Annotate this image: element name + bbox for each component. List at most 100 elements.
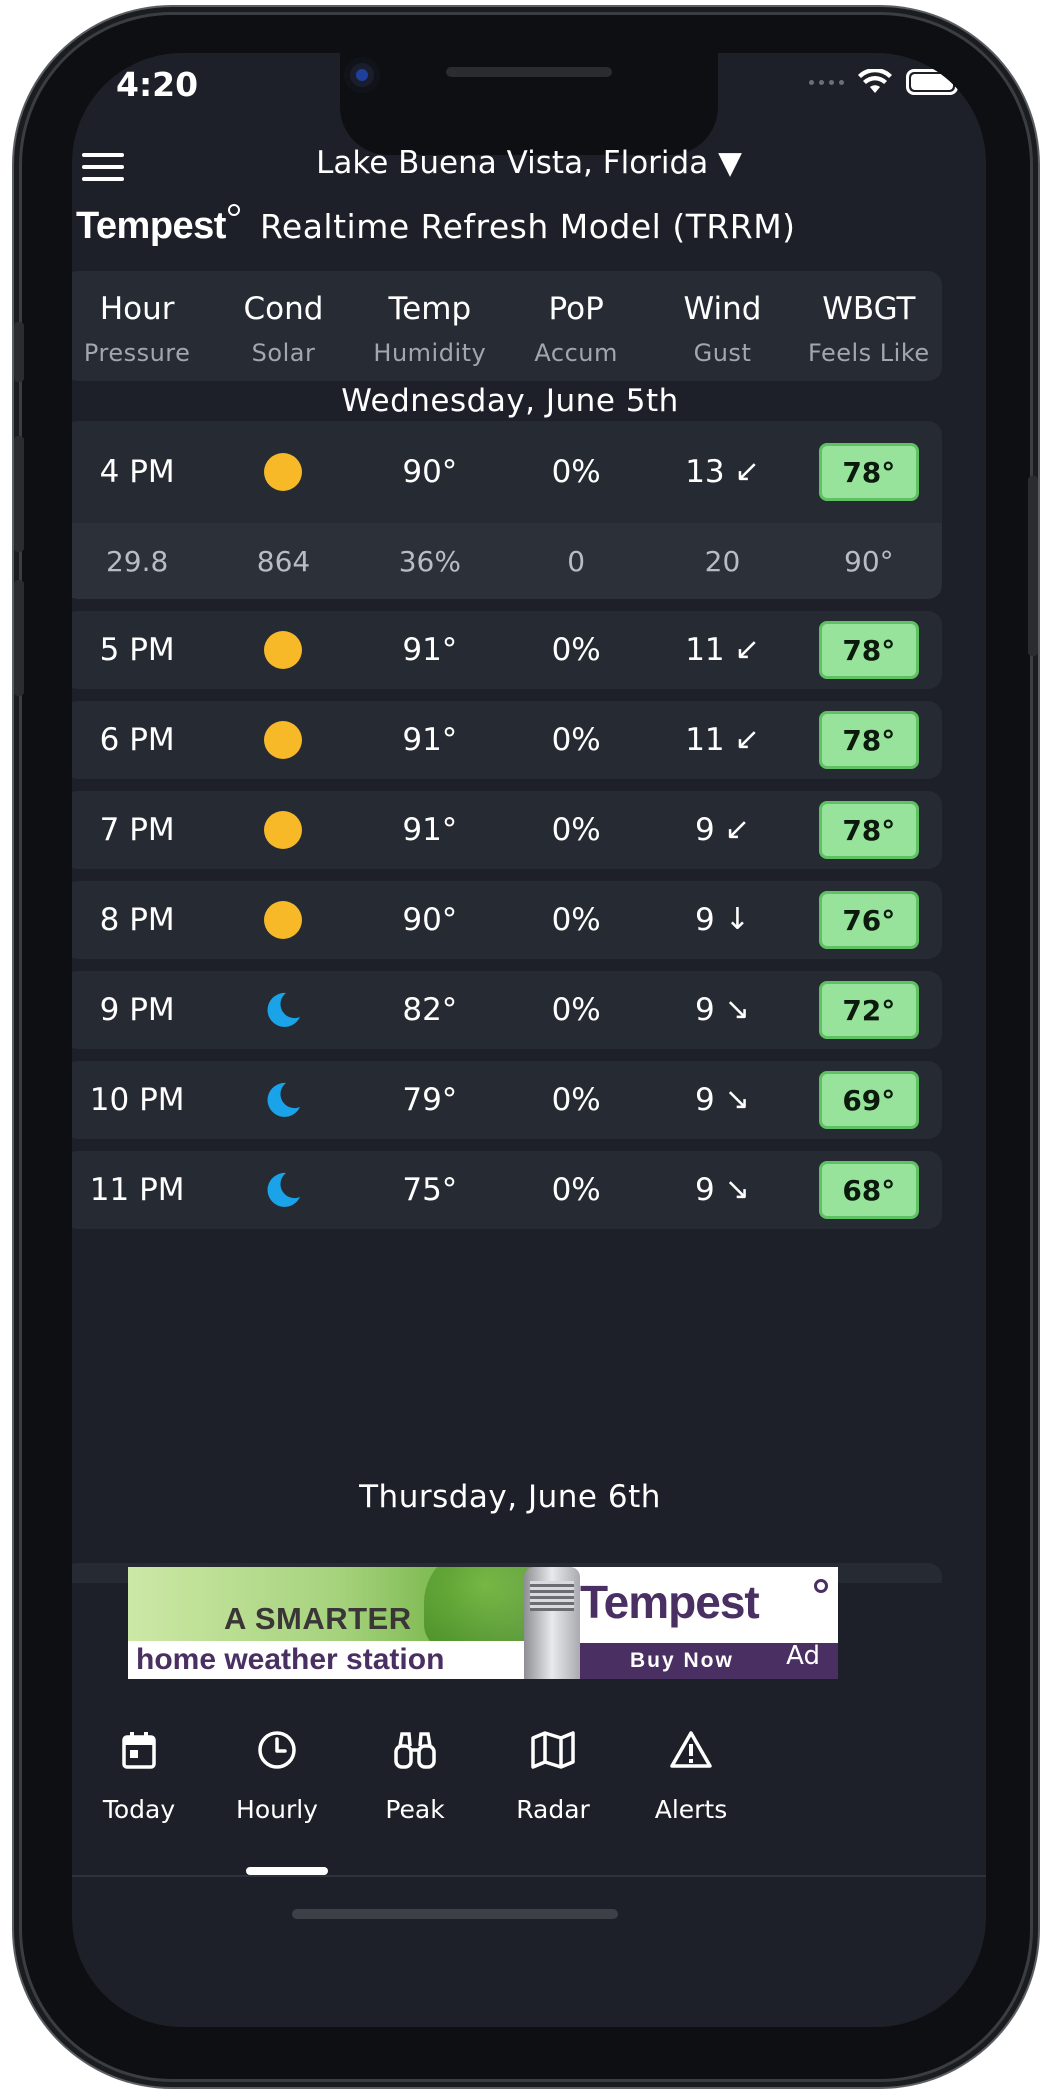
wind-speed: 9 (695, 902, 715, 938)
wind-direction-icon: ↘ (724, 992, 750, 1027)
ad-banner[interactable]: A SMARTER home weather station Tempest B… (128, 1567, 838, 1679)
temp-cell: 82° (402, 992, 458, 1028)
wifi-icon (858, 69, 892, 93)
ad-brand: Tempest (580, 1576, 760, 1628)
condition-cell (210, 631, 356, 669)
tab-alerts[interactable]: Alerts (616, 1723, 766, 1824)
condition-cell (210, 721, 356, 759)
col-temp: Temp (388, 291, 472, 327)
hour-card[interactable]: 10 PM 79° 0% 9 ↘ 69° (72, 1061, 942, 1139)
warning-icon (616, 1723, 766, 1777)
tab-bar: Today Hourly Peak Radar Alerts (72, 1723, 986, 1863)
hour-card[interactable]: 6 PM 91° 0% 11 ↙ 78° (72, 701, 942, 779)
hour-cell: 6 PM (99, 722, 175, 758)
wind-direction-icon: ↓ (724, 902, 750, 937)
tab-radar[interactable]: Radar (478, 1723, 628, 1824)
clock-icon (202, 1723, 352, 1777)
wind-cell: 9 ↘ (649, 1172, 795, 1208)
condition-cell (210, 811, 356, 849)
wind-cell: 11 ↙ (649, 722, 795, 758)
tab-hourly[interactable]: Hourly (202, 1723, 352, 1824)
ad-tag: Ad (786, 1641, 820, 1671)
condition-cell (210, 1171, 356, 1209)
wbgt-cell: 78° (796, 621, 942, 679)
moon-icon (264, 1081, 302, 1119)
wbgt-badge: 78° (818, 801, 919, 859)
volume-down-button (14, 580, 24, 696)
hour-card[interactable]: 7 PM 91° 0% 9 ↙ 78° (72, 791, 942, 869)
gust-value: 20 (704, 544, 741, 578)
map-icon (478, 1723, 628, 1777)
wbgt-cell: 78° (796, 711, 942, 769)
accum-value: 0 (567, 544, 586, 578)
day-label: Wednesday, June 5th (341, 383, 679, 419)
tab-label: Hourly (236, 1795, 318, 1824)
day-label: Thursday, June 6th (359, 1479, 661, 1515)
moon-icon (264, 991, 302, 1029)
wind-cell: 9 ↙ (649, 812, 795, 848)
brand-row: Tempest Realtime Refresh Model (TRRM) (76, 204, 796, 248)
hour-row-main: 8 PM 90° 0% 9 ↓ 76° (72, 881, 942, 959)
col-wind: Wind (683, 291, 762, 327)
column-header-primary: Hour Cond Temp PoP Wind WBGT (72, 291, 942, 327)
hour-card[interactable]: 4 PM 90° 0% 13 ↙ 78° 29.8 864 36% 0 20 90° (72, 421, 942, 599)
wbgt-badge: 78° (818, 711, 919, 769)
hour-row-main: 7 PM 91° 0% 9 ↙ 78° (72, 791, 942, 869)
wind-direction-icon: ↙ (734, 632, 760, 667)
wbgt-badge: 76° (818, 891, 919, 949)
tempest-logo: Tempest (76, 205, 226, 247)
model-title: Realtime Refresh Model (TRRM) (259, 207, 796, 246)
wind-cell: 9 ↘ (649, 992, 795, 1028)
pressure-value: 29.8 (105, 544, 169, 578)
tab-today[interactable]: Today (72, 1723, 214, 1824)
moon-icon (264, 1171, 302, 1209)
hour-cell: 8 PM (99, 902, 175, 938)
home-indicator (292, 1909, 618, 1919)
wbgt-badge: 78° (818, 443, 919, 501)
logo-ring-icon (227, 204, 240, 216)
wind-cell: 9 ↘ (649, 1082, 795, 1118)
wbgt-cell: 78° (796, 443, 942, 501)
wbgt-cell: 72° (796, 981, 942, 1039)
tab-label: Peak (385, 1795, 445, 1824)
camera (344, 57, 380, 93)
col-cond: Cond (243, 291, 324, 327)
hour-cell: 11 PM (89, 1172, 185, 1208)
location-selector[interactable]: Lake Buena Vista, Florida ▼ (72, 145, 986, 181)
hour-card[interactable]: 8 PM 90° 0% 9 ↓ 76° (72, 881, 942, 959)
condition-cell (210, 453, 356, 491)
cellular-icon (809, 79, 844, 85)
sun-icon (264, 453, 303, 491)
hour-cell: 10 PM (89, 1082, 185, 1118)
wind-direction-icon: ↙ (734, 454, 760, 489)
col-feels-like: Feels Like (807, 339, 930, 367)
col-hour: Hour (99, 291, 175, 327)
wind-direction-icon: ↙ (734, 722, 760, 757)
pop-cell: 0% (551, 902, 601, 938)
ad-logo-ring-icon (814, 1579, 828, 1593)
hour-row-main: 9 PM 82° 0% 9 ↘ 72° (72, 971, 942, 1049)
wbgt-badge: 69° (818, 1071, 919, 1129)
sun-icon (264, 721, 303, 759)
hour-cell: 5 PM (99, 632, 175, 668)
tab-peak[interactable]: Peak (340, 1723, 490, 1824)
wind-speed: 9 (695, 992, 715, 1028)
tab-label: Radar (516, 1795, 590, 1824)
hour-row-main: 5 PM 91° 0% 11 ↙ 78° (72, 611, 942, 689)
hour-card[interactable]: 5 PM 91° 0% 11 ↙ 78° (72, 611, 942, 689)
wind-direction-icon: ↙ (724, 812, 750, 847)
col-pop: PoP (548, 291, 604, 327)
pop-cell: 0% (551, 992, 601, 1028)
col-wbgt: WBGT (822, 291, 916, 327)
hour-card[interactable]: 11 PM 75° 0% 9 ↘ 68° (72, 1151, 942, 1229)
pop-cell: 0% (551, 632, 601, 668)
temp-cell: 90° (402, 454, 458, 490)
hour-card[interactable]: 9 PM 82° 0% 9 ↘ 72° (72, 971, 942, 1049)
temp-cell: 79° (402, 1082, 458, 1118)
tab-label: Today (102, 1795, 176, 1824)
wind-speed: 9 (695, 1082, 715, 1118)
wind-speed: 11 (685, 632, 725, 668)
volume-up-button (14, 436, 24, 552)
wbgt-badge: 72° (818, 981, 919, 1039)
tab-divider (72, 1875, 986, 1877)
